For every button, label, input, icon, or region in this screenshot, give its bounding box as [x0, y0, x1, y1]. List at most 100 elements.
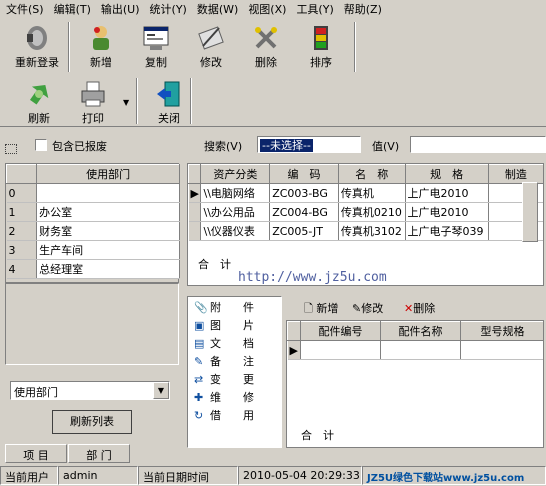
main-toolbar: 重新登录 新增 复制 修改 删除 排序 刷新 打印 ▼ 关闭 [0, 16, 546, 127]
add-person-icon [87, 24, 115, 52]
grip-icon [5, 144, 17, 154]
department-combo[interactable]: 使用部门 ▼ [10, 381, 170, 400]
sort-button[interactable]: 排序 [296, 20, 346, 74]
asset-cell: 上广电子琴039 [405, 221, 489, 241]
side-menu-item[interactable]: ✚ 维 修 [188, 387, 281, 405]
refresh-label: 刷新 [28, 112, 50, 125]
asset-cell: 传真机3102 [338, 221, 406, 241]
table-row[interactable]: 1 办公室 [6, 202, 180, 222]
filter-bar: 包含已报废 搜索(V) --未选择-- 值(V) [0, 130, 546, 160]
print-button[interactable]: 打印 [68, 76, 118, 130]
table-row[interactable]: 3 生产车间 [6, 240, 180, 260]
menu-item-6[interactable]: 工具(Y) [290, 0, 337, 16]
status-user-label: 当前用户 [0, 466, 58, 485]
parts-col-header[interactable]: 配件名称 [380, 321, 461, 341]
copy-button[interactable]: 复制 [131, 20, 181, 74]
modify-button[interactable]: 修改 [186, 20, 236, 74]
asset-col-header[interactable]: 名 称 [337, 164, 406, 184]
asset-cell: 上广电2010 [405, 183, 489, 203]
combo-dropdown-arrow-icon[interactable]: ▼ [153, 382, 169, 399]
change-icon: ⇄ [194, 373, 204, 386]
tab-department[interactable]: 部 门 [68, 444, 130, 463]
dept-row-number: 2 [6, 221, 38, 241]
add-button[interactable]: 新增 [76, 20, 126, 74]
note-icon: ✎ [194, 355, 204, 368]
dept-grid-corner [5, 164, 38, 184]
parts-delete-button[interactable]: ✕删除 [404, 300, 435, 316]
print-dropdown-arrow-icon[interactable]: ▼ [123, 98, 129, 107]
side-menu-item[interactable]: ✎ 备 注 [188, 351, 281, 369]
menu-item-4[interactable]: 数据(W) [191, 0, 242, 16]
asset-cell: \\办公用品 [200, 202, 271, 222]
menu-item-2[interactable]: 输出(U) [95, 0, 144, 16]
search-label: 搜索(V) [204, 140, 243, 153]
refresh-list-button[interactable]: 刷新列表 [52, 410, 132, 434]
table-row[interactable]: 0 全部 [6, 183, 180, 203]
repair-icon: ✚ [194, 391, 204, 404]
page-add-icon: 🗋 [304, 302, 313, 315]
parts-grid-corner [287, 321, 301, 341]
side-menu-label: 文 档 [210, 337, 254, 350]
status-user: admin [58, 466, 138, 485]
menu-item-0[interactable]: 文件(S) [0, 0, 48, 16]
relogin-label: 重新登录 [15, 56, 59, 69]
side-menu-item[interactable]: ▤ 文 档 [188, 333, 281, 351]
menu-item-1[interactable]: 编辑(T) [48, 0, 95, 16]
asset-col-header[interactable]: 编 码 [269, 164, 339, 184]
side-menu-label: 图 片 [210, 319, 254, 332]
value-label: 值(V) [372, 140, 400, 153]
asset-grid-scrollbar[interactable] [522, 182, 538, 242]
parts-delete-label: 删除 [413, 302, 436, 315]
department-combo-value: 使用部门 [14, 386, 58, 399]
table-row[interactable]: \\办公用品 ZC004-BG 传真机0210 上广电2010 [188, 202, 543, 222]
menu-item-3[interactable]: 统计(Y) [144, 0, 191, 16]
table-row[interactable]: ▶ [287, 340, 543, 360]
side-menu-item[interactable]: ▣ 图 片 [188, 315, 281, 333]
attachment-side-menu: 📎 附 件 ▣ 图 片 ▤ 文 档 ✎ 备 注 ⇄ 变 更 ✚ 维 修 ↻ 借 用 [187, 296, 282, 448]
delete-button[interactable]: 删除 [241, 20, 291, 74]
parts-col-header[interactable]: 型号规格 [460, 321, 543, 341]
asset-grid: 资产分类编 码名 称规 格制造 ▶ \\电脑网络 ZC003-BG 传真机 上广电201… [187, 163, 544, 286]
search-field-select[interactable]: --未选择-- [257, 136, 361, 153]
dept-row-number: 1 [6, 202, 38, 222]
value-input[interactable] [410, 136, 546, 153]
current-row-indicator-icon: ▶ [188, 183, 202, 203]
include-scrapped-checkbox[interactable] [35, 139, 47, 151]
tab-project[interactable]: 项 目 [5, 444, 67, 463]
parts-add-button[interactable]: 🗋 新增 [304, 300, 338, 319]
asset-grid-corner [188, 164, 202, 184]
menu-item-7[interactable]: 帮助(Z) [338, 0, 386, 16]
parts-add-label: 新增 [316, 302, 339, 315]
dept-row-name: 总经理室 [36, 259, 180, 279]
side-menu-item[interactable]: 📎 附 件 [188, 297, 281, 315]
table-row[interactable]: \\仪器仪表 ZC005-JT 传真机3102 上广电子琴039 [188, 221, 543, 241]
asset-cell: 上广电2010 [405, 202, 489, 222]
relogin-button[interactable]: 重新登录 [12, 20, 62, 74]
table-row[interactable]: ▶ \\电脑网络 ZC003-BG 传真机 上广电2010 [188, 183, 543, 203]
asset-cell: 传真机0210 [338, 202, 406, 222]
asset-col-header[interactable]: 规 格 [404, 164, 489, 184]
side-menu-label: 附 件 [210, 301, 254, 314]
side-menu-item[interactable]: ↻ 借 用 [188, 405, 281, 423]
exit-door-icon [155, 80, 183, 108]
table-row[interactable]: 4 总经理室 [6, 259, 180, 279]
dept-row-number: 4 [6, 259, 38, 279]
side-menu-item[interactable]: ⇄ 变 更 [188, 369, 281, 387]
asset-col-header[interactable]: 资产分类 [200, 164, 271, 184]
parts-modify-button[interactable]: ✎修改 [352, 300, 383, 316]
parts-col-header[interactable]: 配件编号 [300, 321, 381, 341]
status-brand: JZ5U绿色下载站www.jz5u.com [362, 466, 546, 485]
table-row[interactable]: 2 财务室 [6, 221, 180, 241]
refresh-button[interactable]: 刷新 [14, 76, 64, 130]
current-row-indicator-icon: ▶ [287, 340, 301, 360]
close-button[interactable]: 关闭 [144, 76, 194, 130]
status-bar: 当前用户 admin 当前日期时间 2010-05-04 20:29:33 JZ… [0, 465, 546, 486]
asset-col-header[interactable]: 制造 [487, 164, 543, 184]
asset-cell: 传真机 [338, 183, 406, 203]
sort-icon [307, 24, 335, 52]
asset-cell: \\电脑网络 [200, 183, 271, 203]
parts-total-label: 合 计 [301, 429, 334, 442]
menu-item-5[interactable]: 视图(X) [242, 0, 290, 16]
borrow-icon: ↻ [194, 409, 204, 422]
refresh-icon [25, 80, 53, 108]
